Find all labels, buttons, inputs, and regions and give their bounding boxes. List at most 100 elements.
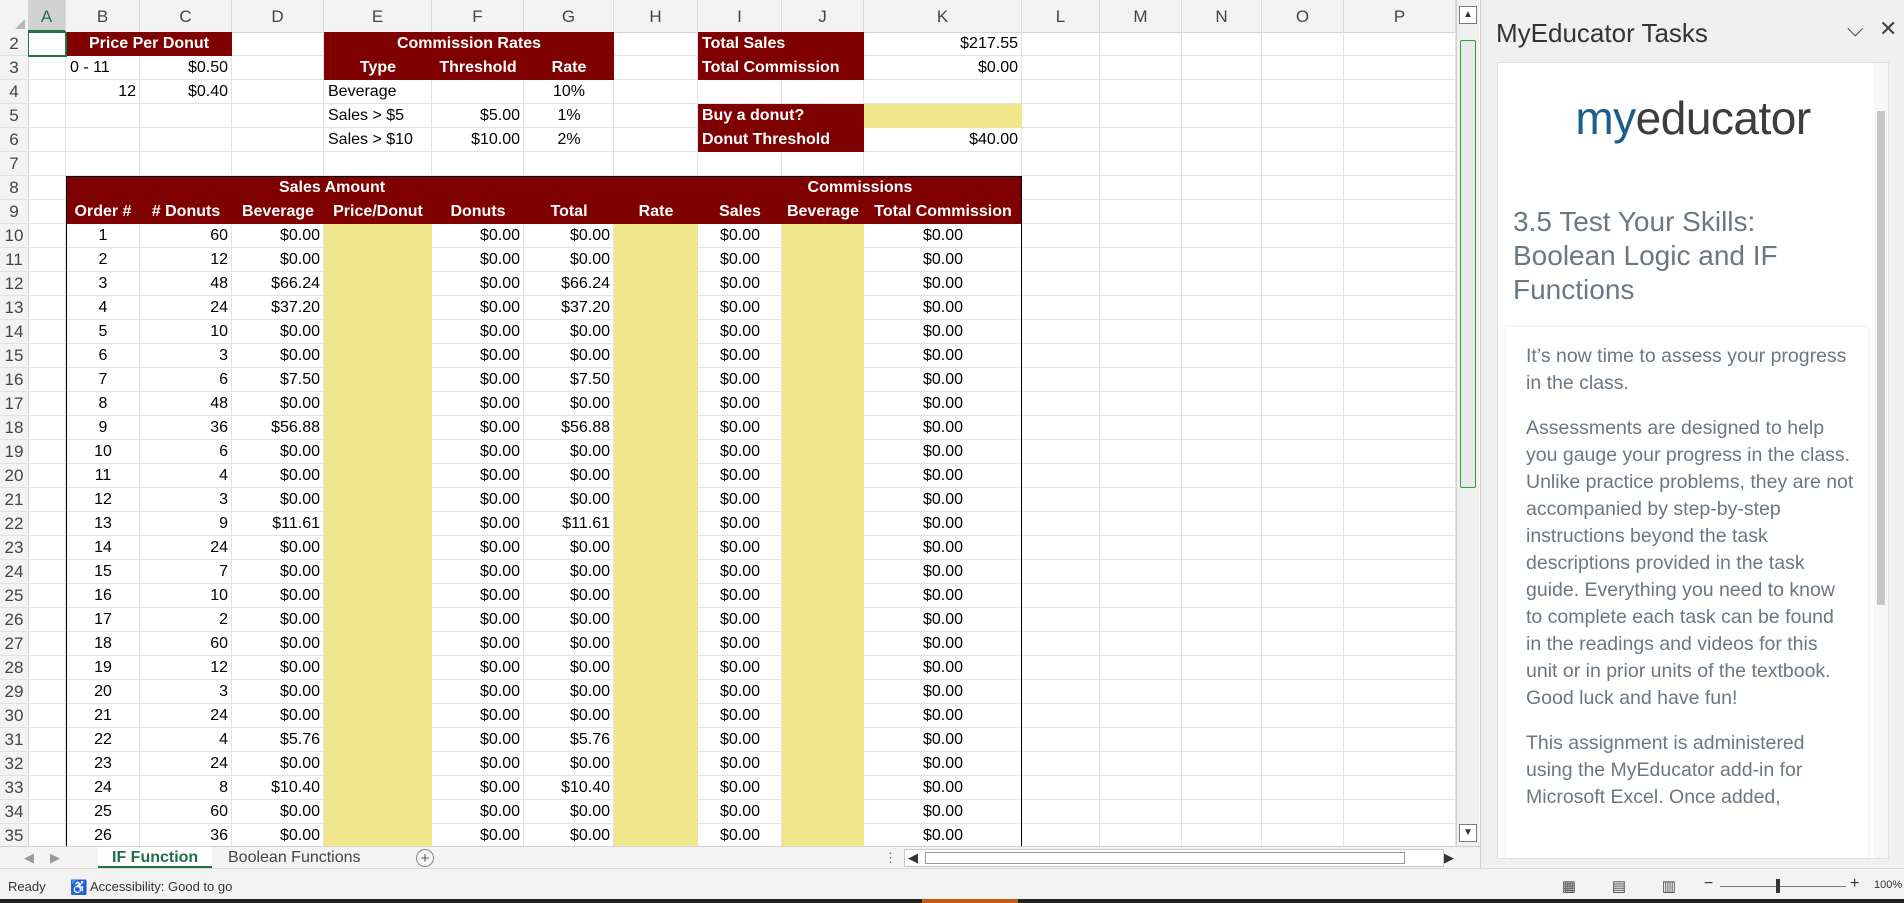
price-per-donut-input[interactable] <box>324 704 432 728</box>
order-number[interactable]: 4 <box>66 296 140 320</box>
donut-amount[interactable]: $0.00 <box>432 584 524 608</box>
zoom-out-icon[interactable]: − <box>1704 875 1713 893</box>
column-header[interactable]: L <box>1022 0 1100 32</box>
vertical-scrollbar[interactable]: ▲ ▼ <box>1456 0 1479 846</box>
order-number[interactable]: 6 <box>66 344 140 368</box>
commission-beverage-input[interactable] <box>782 632 864 656</box>
row-header[interactable]: 17 <box>0 392 28 416</box>
donut-count[interactable]: 60 <box>140 800 232 824</box>
total-amount[interactable]: $0.00 <box>524 464 614 488</box>
price-per-donut-input[interactable] <box>324 296 432 320</box>
donut-count[interactable]: 60 <box>140 224 232 248</box>
beverage-amount[interactable]: $0.00 <box>232 800 324 824</box>
total-commission[interactable]: $0.00 <box>864 632 1022 656</box>
commission-sales[interactable]: $0.00 <box>698 392 782 416</box>
order-number[interactable]: 3 <box>66 272 140 296</box>
order-number[interactable]: 17 <box>66 608 140 632</box>
donut-count[interactable]: 7 <box>140 560 232 584</box>
donut-count[interactable]: 4 <box>140 728 232 752</box>
total-amount[interactable]: $0.00 <box>524 704 614 728</box>
price-per-donut-input[interactable] <box>324 368 432 392</box>
total-amount[interactable]: $7.50 <box>524 368 614 392</box>
beverage-amount[interactable]: $0.00 <box>232 680 324 704</box>
accessibility-status[interactable]: Accessibility: Good to go <box>90 879 232 894</box>
donut-count[interactable]: 3 <box>140 344 232 368</box>
row-header[interactable]: 14 <box>0 320 28 344</box>
total-amount[interactable]: $0.00 <box>524 680 614 704</box>
total-commission[interactable]: $0.00 <box>864 776 1022 800</box>
sales-column-header[interactable]: Beverage <box>782 200 864 224</box>
price-per-donut-input[interactable] <box>324 752 432 776</box>
total-amount[interactable]: $0.00 <box>524 488 614 512</box>
column-header[interactable]: K <box>864 0 1022 32</box>
donut-count[interactable]: 6 <box>140 440 232 464</box>
order-number[interactable]: 21 <box>66 704 140 728</box>
header-fill[interactable] <box>66 176 140 200</box>
column-header[interactable]: P <box>1344 0 1456 32</box>
commission-beverage-input[interactable] <box>782 464 864 488</box>
add-sheet-icon[interactable]: + <box>416 849 434 867</box>
donut-amount[interactable]: $0.00 <box>432 512 524 536</box>
rate-type[interactable]: Sales > $5 <box>324 104 432 128</box>
rate-input[interactable] <box>614 392 698 416</box>
donut-amount[interactable]: $0.00 <box>432 824 524 846</box>
beverage-amount[interactable]: $0.00 <box>232 344 324 368</box>
total-amount[interactable]: $37.20 <box>524 296 614 320</box>
row-header[interactable]: 29 <box>0 680 28 704</box>
commission-beverage-input[interactable] <box>782 320 864 344</box>
commission-sales[interactable]: $0.00 <box>698 344 782 368</box>
commission-beverage-input[interactable] <box>782 488 864 512</box>
pane-scrollbar[interactable] <box>1874 63 1888 858</box>
order-number[interactable]: 23 <box>66 752 140 776</box>
column-header[interactable]: D <box>232 0 324 32</box>
donut-amount[interactable]: $0.00 <box>432 704 524 728</box>
row-header[interactable]: 31 <box>0 728 28 752</box>
order-number[interactable]: 24 <box>66 776 140 800</box>
donut-amount[interactable]: $0.00 <box>432 296 524 320</box>
total-amount[interactable]: $10.40 <box>524 776 614 800</box>
rate-value[interactable]: 2% <box>524 128 614 152</box>
commission-beverage-input[interactable] <box>782 416 864 440</box>
donut-count[interactable]: 48 <box>140 272 232 296</box>
donut-count[interactable]: 24 <box>140 296 232 320</box>
pane-options-icon[interactable]: ⌵ <box>1847 16 1864 42</box>
total-commission[interactable]: $0.00 <box>864 704 1022 728</box>
commission-sales[interactable]: $0.00 <box>698 776 782 800</box>
price-per-donut-input[interactable] <box>324 344 432 368</box>
beverage-amount[interactable]: $0.00 <box>232 824 324 846</box>
summary-label[interactable]: Total Commission <box>698 56 864 80</box>
total-commission[interactable]: $0.00 <box>864 440 1022 464</box>
order-number[interactable]: 14 <box>66 536 140 560</box>
donut-count[interactable]: 36 <box>140 416 232 440</box>
row-header[interactable]: 30 <box>0 704 28 728</box>
row-header[interactable]: 24 <box>0 560 28 584</box>
donut-amount[interactable]: $0.00 <box>432 272 524 296</box>
total-commission[interactable]: $0.00 <box>864 752 1022 776</box>
order-number[interactable]: 15 <box>66 560 140 584</box>
row-header[interactable]: 9 <box>0 200 28 224</box>
rate-input[interactable] <box>614 608 698 632</box>
row-header[interactable]: 27 <box>0 632 28 656</box>
total-commission[interactable]: $0.00 <box>864 488 1022 512</box>
donut-amount[interactable]: $0.00 <box>432 464 524 488</box>
rate-input[interactable] <box>614 824 698 846</box>
total-amount[interactable]: $0.00 <box>524 656 614 680</box>
donut-count[interactable]: 6 <box>140 368 232 392</box>
rate-input[interactable] <box>614 704 698 728</box>
commission-beverage-input[interactable] <box>782 392 864 416</box>
beverage-amount[interactable]: $0.00 <box>232 752 324 776</box>
scroll-left-icon[interactable]: ◀ <box>908 850 918 866</box>
commission-sales[interactable]: $0.00 <box>698 320 782 344</box>
donut-amount[interactable]: $0.00 <box>432 560 524 584</box>
scroll-right-icon[interactable]: ▶ <box>1444 850 1454 866</box>
donut-amount[interactable]: $0.00 <box>432 368 524 392</box>
donut-count[interactable]: 24 <box>140 752 232 776</box>
total-commission[interactable]: $0.00 <box>864 512 1022 536</box>
sales-column-header[interactable]: Beverage <box>232 200 324 224</box>
row-header[interactable]: 19 <box>0 440 28 464</box>
beverage-amount[interactable]: $0.00 <box>232 560 324 584</box>
donut-amount[interactable]: $0.00 <box>432 488 524 512</box>
commission-beverage-input[interactable] <box>782 368 864 392</box>
row-header[interactable]: 26 <box>0 608 28 632</box>
row-header[interactable]: 12 <box>0 272 28 296</box>
